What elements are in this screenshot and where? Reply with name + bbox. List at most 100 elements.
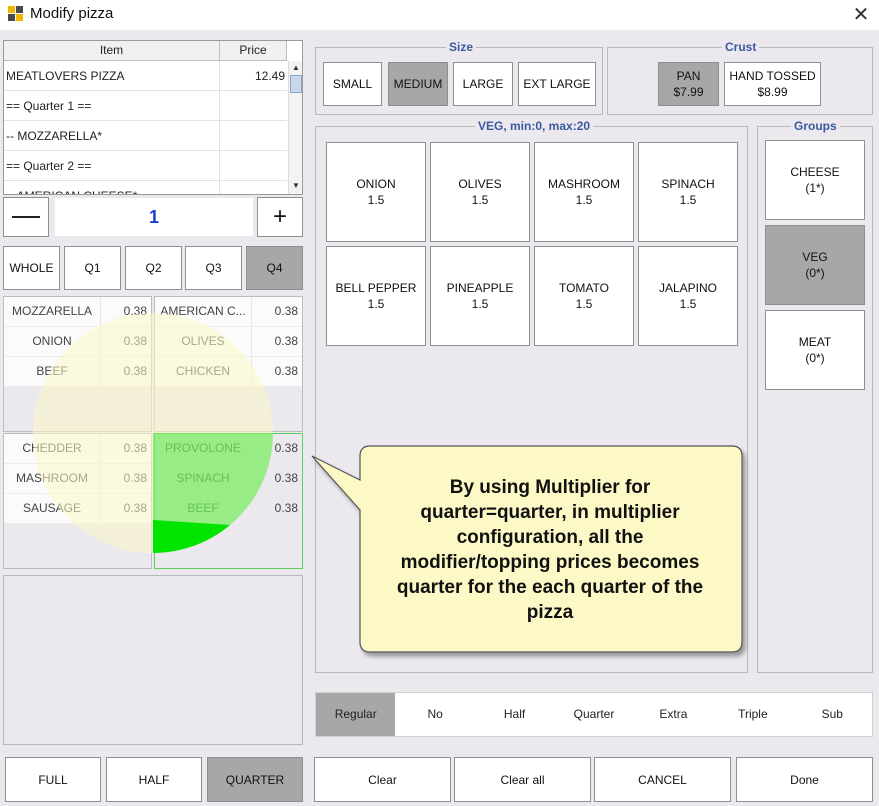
column-header-price[interactable]: Price — [220, 41, 287, 61]
topping-row[interactable]: BEEF 0.38 — [4, 357, 151, 387]
order-row[interactable]: == Quarter 2 == — [4, 151, 287, 181]
size-group-title: Size — [446, 40, 477, 54]
group-count: (1*) — [805, 181, 825, 195]
topping-row[interactable]: OLIVES 0.38 — [155, 327, 302, 357]
topping-price: 0.38 — [123, 334, 147, 348]
modifier-price: 1.5 — [367, 193, 385, 207]
quarter-2-panel[interactable]: AMERICAN C... 0.38 OLIVES 0.38 CHICKEN 0.38 — [154, 296, 303, 432]
column-divider — [100, 464, 101, 493]
topping-name: MASHROOM — [16, 471, 88, 485]
scroll-up-icon[interactable]: ▲ — [289, 61, 302, 75]
column-divider — [100, 327, 101, 356]
topping-name: BEEF — [36, 364, 68, 378]
tab-q2[interactable]: Q2 — [125, 246, 182, 290]
button-label: FULL — [38, 772, 68, 787]
topping-row[interactable]: PROVOLONE 0.38 — [155, 434, 302, 464]
modifier-price: 1.5 — [679, 193, 697, 207]
topping-row[interactable]: AMERICAN C... 0.38 — [155, 297, 302, 327]
column-divider — [219, 181, 220, 194]
portion-triple-option[interactable]: Triple — [713, 693, 792, 736]
portion-regular-option[interactable]: Regular — [316, 693, 396, 736]
crust-pan-button[interactable]: PAN $7.99 — [658, 62, 719, 106]
scroll-down-icon[interactable]: ▼ — [289, 179, 302, 193]
modifier-olives-button[interactable]: OLIVES 1.5 — [430, 142, 530, 242]
size-large-button[interactable]: LARGE — [453, 62, 513, 106]
modifier-bell-pepper-button[interactable]: BELL PEPPER 1.5 — [326, 246, 426, 346]
topping-row[interactable]: CHICKEN 0.38 — [155, 357, 302, 387]
modifier-spinach-button[interactable]: SPINACH 1.5 — [638, 142, 738, 242]
topping-name: PROVOLONE — [164, 441, 242, 455]
modifier-name: OLIVES — [458, 177, 502, 191]
portion-no-option[interactable]: No — [395, 693, 474, 736]
column-divider — [251, 297, 252, 326]
button-label: Done — [790, 772, 819, 787]
full-multiplier-button[interactable]: FULL — [5, 757, 101, 802]
size-ext-large-button[interactable]: EXT LARGE — [518, 62, 596, 106]
done-button[interactable]: Done — [736, 757, 873, 802]
button-label: Clear — [368, 772, 397, 787]
button-label: CANCEL — [638, 772, 687, 787]
order-row[interactable]: -- AMERICAN CHEESE* — [4, 181, 287, 194]
clear-button[interactable]: Clear — [314, 757, 451, 802]
modifier-mashroom-button[interactable]: MASHROOM 1.5 — [534, 142, 634, 242]
topping-row[interactable]: SPINACH 0.38 — [155, 464, 302, 494]
quarter-3-panel[interactable]: CHEDDER 0.38 MASHROOM 0.38 SAUSAGE 0.38 — [3, 433, 152, 569]
column-divider — [100, 494, 101, 523]
modifier-name: ONION — [356, 177, 396, 191]
topping-row[interactable]: ONION 0.38 — [4, 327, 151, 357]
button-label: Clear all — [500, 772, 545, 787]
group-meat-button[interactable]: MEAT (0*) — [765, 310, 865, 390]
cancel-button[interactable]: CANCEL — [594, 757, 731, 802]
portion-sub-option[interactable]: Sub — [793, 693, 872, 736]
topping-price: 0.38 — [123, 304, 147, 318]
half-multiplier-button[interactable]: HALF — [106, 757, 202, 802]
column-header-item[interactable]: Item — [4, 41, 220, 61]
order-scrollbar[interactable]: ▲ ▼ — [288, 61, 302, 194]
size-small-button[interactable]: SMALL — [323, 62, 382, 106]
modifier-pineapple-button[interactable]: PINEAPPLE 1.5 — [430, 246, 530, 346]
topping-row[interactable]: SAUSAGE 0.38 — [4, 494, 151, 524]
size-medium-button[interactable]: MEDIUM — [388, 62, 448, 106]
modifier-onion-button[interactable]: ONION 1.5 — [326, 142, 426, 242]
topping-price: 0.38 — [123, 501, 147, 515]
topping-row[interactable]: MASHROOM 0.38 — [4, 464, 151, 494]
group-veg-button[interactable]: VEG (0*) — [765, 225, 865, 305]
column-divider — [100, 434, 101, 463]
modifier-price: 1.5 — [367, 297, 385, 311]
column-divider — [100, 357, 101, 386]
modifier-jalapino-button[interactable]: JALAPINO 1.5 — [638, 246, 738, 346]
topping-name: CHICKEN — [175, 364, 230, 378]
tab-q4[interactable]: Q4 — [246, 246, 303, 290]
order-item-name: MEATLOVERS PIZZA — [6, 69, 125, 83]
close-icon[interactable]: ✕ — [846, 0, 876, 28]
tab-q1[interactable]: Q1 — [64, 246, 121, 290]
order-grid[interactable]: Item Price MEATLOVERS PIZZA 12.49 == Quart… — [3, 40, 303, 195]
order-row[interactable]: == Quarter 1 == — [4, 91, 287, 121]
quarter-1-panel[interactable]: MOZZARELLA 0.38 ONION 0.38 BEEF 0.38 — [3, 296, 152, 432]
topping-row[interactable]: CHEDDER 0.38 — [4, 434, 151, 464]
order-row[interactable]: MEATLOVERS PIZZA 12.49 — [4, 61, 287, 91]
increase-quantity-button[interactable]: + — [257, 197, 303, 237]
topping-row[interactable]: BEEF 0.38 — [155, 494, 302, 524]
modifier-tomato-button[interactable]: TOMATO 1.5 — [534, 246, 634, 346]
order-row[interactable]: -- MOZZARELLA* — [4, 121, 287, 151]
modifier-name: TOMATO — [558, 281, 609, 295]
topping-price: 0.38 — [123, 364, 147, 378]
tab-whole[interactable]: WHOLE — [3, 246, 60, 290]
topping-row[interactable]: MOZZARELLA 0.38 — [4, 297, 151, 327]
quarter-multiplier-button[interactable]: QUARTER — [207, 757, 303, 802]
tab-q3[interactable]: Q3 — [185, 246, 242, 290]
clear-all-button[interactable]: Clear all — [454, 757, 591, 802]
group-cheese-button[interactable]: CHEESE (1*) — [765, 140, 865, 220]
portion-quarter-option[interactable]: Quarter — [554, 693, 633, 736]
topping-price: 0.38 — [274, 304, 298, 318]
crust-hand-tossed-button[interactable]: HAND TOSSED $8.99 — [724, 62, 821, 106]
decrease-quantity-button[interactable] — [3, 197, 49, 237]
column-divider — [251, 327, 252, 356]
portion-half-option[interactable]: Half — [475, 693, 554, 736]
portion-extra-option[interactable]: Extra — [634, 693, 713, 736]
column-divider — [251, 494, 252, 523]
scroll-thumb[interactable] — [290, 75, 302, 93]
quarter-4-panel[interactable]: PROVOLONE 0.38 SPINACH 0.38 BEEF 0.38 — [154, 433, 303, 569]
topping-price: 0.38 — [123, 441, 147, 455]
